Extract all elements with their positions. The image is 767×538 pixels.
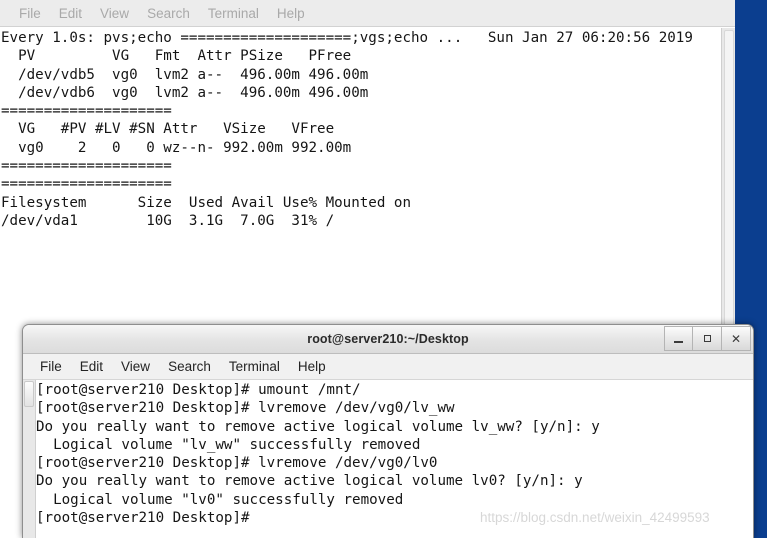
window-title: root@server210:~/Desktop <box>307 332 469 346</box>
menu-item-search[interactable]: Search <box>138 6 199 21</box>
root-terminal-window[interactable]: root@server210:~/Desktop ✕ File Edit Vie… <box>22 324 754 538</box>
root-terminal-output-area[interactable]: [root@server210 Desktop]# umount /mnt/ [… <box>23 380 753 538</box>
close-button[interactable]: ✕ <box>722 326 751 351</box>
minimize-icon <box>674 341 683 343</box>
minimize-button[interactable] <box>664 326 693 351</box>
watch-body-output: PV VG Fmt Attr PSize PFree /dev/vdb5 vg0… <box>1 48 411 229</box>
root-terminal-text: [root@server210 Desktop]# umount /mnt/ [… <box>36 382 600 527</box>
maximize-icon <box>703 335 711 342</box>
inner-menu-item-view[interactable]: View <box>112 359 159 374</box>
menu-item-edit[interactable]: Edit <box>50 6 91 21</box>
inner-menu-item-help[interactable]: Help <box>289 359 335 374</box>
menu-item-terminal[interactable]: Terminal <box>199 6 268 21</box>
scrollbar-thumb[interactable] <box>24 381 34 407</box>
inner-menu-item-edit[interactable]: Edit <box>71 359 112 374</box>
menu-item-help[interactable]: Help <box>268 6 314 21</box>
watch-header-line: Every 1.0s: pvs;echo ===================… <box>1 30 693 46</box>
desktop-screen: File Edit View Search Terminal Help Ever… <box>0 0 767 538</box>
menu-item-view[interactable]: View <box>91 6 138 21</box>
window-controls: ✕ <box>664 326 751 351</box>
watch-terminal-text: Every 1.0s: pvs;echo ===================… <box>0 28 721 230</box>
watch-terminal-menubar: File Edit View Search Terminal Help <box>0 0 735 27</box>
menu-item-file[interactable]: File <box>10 6 50 21</box>
inner-menu-item-search[interactable]: Search <box>159 359 220 374</box>
close-icon: ✕ <box>730 331 742 346</box>
root-terminal-titlebar[interactable]: root@server210:~/Desktop ✕ <box>23 325 753 354</box>
root-terminal-menubar: File Edit View Search Terminal Help <box>23 354 753 380</box>
inner-menu-item-file[interactable]: File <box>31 359 71 374</box>
maximize-button[interactable] <box>693 326 722 351</box>
root-terminal-scrollbar[interactable] <box>23 380 36 538</box>
inner-menu-item-terminal[interactable]: Terminal <box>220 359 289 374</box>
